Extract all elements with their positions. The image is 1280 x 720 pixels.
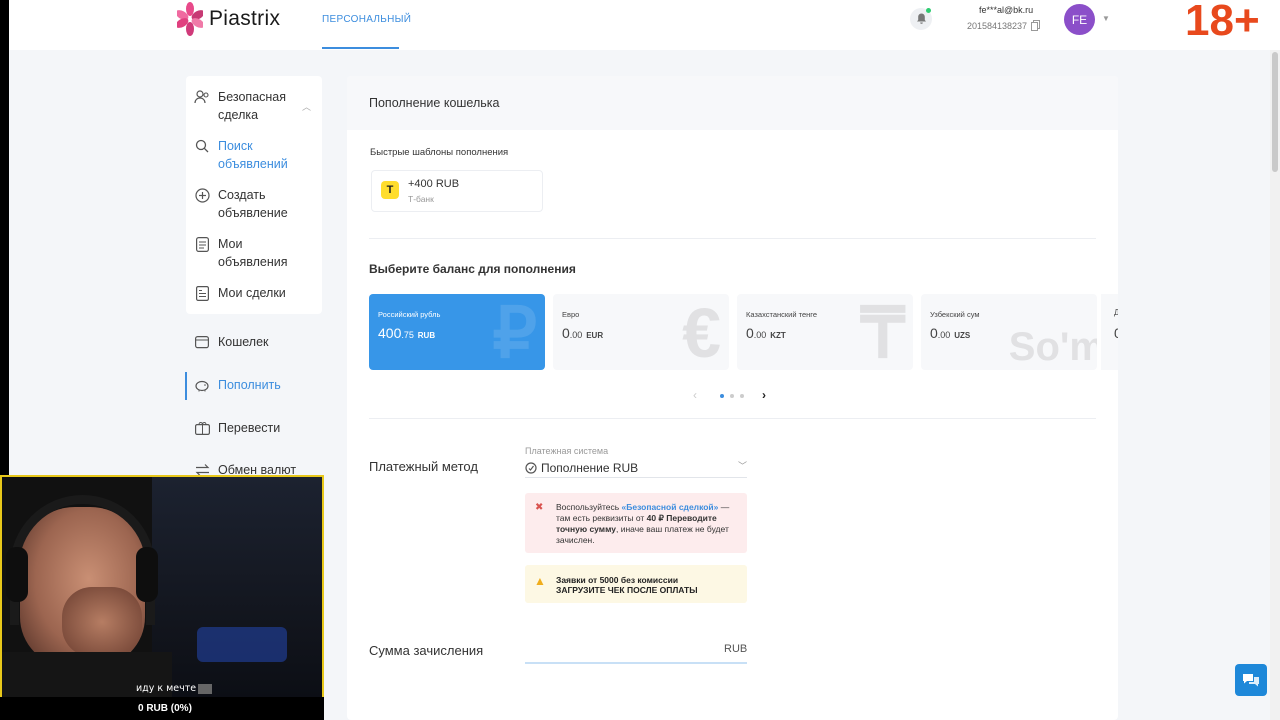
tenge-symbol-icon: ₸ xyxy=(860,294,905,370)
sidebar-item-top-up[interactable]: Пополнить xyxy=(194,376,281,394)
balance-card-rub[interactable]: ₽ Российский рубль 400.75 RUB xyxy=(369,294,545,370)
sidebar-item-label: Кошелек xyxy=(218,335,269,349)
sidebar-active-indicator xyxy=(185,372,187,400)
plus-circle-icon xyxy=(194,187,210,203)
age-rating-badge: 18+ xyxy=(1185,0,1260,45)
chevron-down-icon[interactable]: ﹀ xyxy=(738,459,747,472)
balance-name: Узбекский сум xyxy=(930,310,980,319)
balance-amount: 0 xyxy=(1114,325,1118,341)
balance-amount: 0.00 KZT xyxy=(746,325,786,341)
user-email: fe***al@bk.ru xyxy=(979,5,1034,15)
scrollbar-thumb[interactable] xyxy=(1272,52,1278,172)
sidebar-item-label: Перевести xyxy=(218,421,281,435)
safe-deal-link[interactable]: «Безопасной сделкой» xyxy=(622,502,719,512)
payment-system-select[interactable]: Пополнение RUB xyxy=(525,458,747,478)
carousel-dot-active[interactable] xyxy=(720,394,724,398)
balance-amount: 0.00 EUR xyxy=(562,325,604,341)
sidebar-item-label: Поиск объявлений xyxy=(218,139,288,171)
sidebar-item-wallet[interactable]: Кошелек xyxy=(194,333,269,351)
carousel-next-button[interactable]: › xyxy=(762,388,766,402)
safe-deal-notice-text: Воспользуйтесь «Безопасной сделкой» — та… xyxy=(556,502,730,545)
sidebar-item-label: Безопасная сделка xyxy=(218,90,287,122)
avatar[interactable]: FE xyxy=(1064,4,1095,35)
tbank-logo-icon: T xyxy=(381,181,399,199)
amount-currency: RUB xyxy=(724,643,748,655)
chevron-down-icon[interactable]: ▼ xyxy=(1102,14,1110,23)
chevron-up-icon[interactable]: ︿ xyxy=(302,100,311,113)
sidebar-item-my-ads[interactable]: Мои объявления xyxy=(194,235,298,271)
copy-icon[interactable] xyxy=(1031,20,1041,31)
sidebar-item-search-ads[interactable]: Поиск объявлений xyxy=(194,137,298,173)
sidebar-item-label: Создать объявление xyxy=(218,188,288,220)
balance-card-eur[interactable]: € Евро 0.00 EUR xyxy=(553,294,729,370)
balance-name: Казахстанский тенге xyxy=(746,310,818,319)
divider xyxy=(369,418,1096,419)
tab-personal[interactable]: ПЕРСОНАЛЬНЫЙ xyxy=(322,14,411,25)
transfer-icon xyxy=(194,420,210,436)
sidebar-item-label: Пополнить xyxy=(218,378,281,392)
balance-card-uzs[interactable]: So'm Узбекский сум 0.00 UZS xyxy=(921,294,1097,370)
document-icon xyxy=(194,285,210,301)
payment-method-label: Платежный метод xyxy=(369,459,478,474)
search-icon xyxy=(194,138,210,154)
tools-icon: ✖ xyxy=(535,502,544,513)
sidebar-item-create-ad[interactable]: Создать объявление xyxy=(194,186,298,222)
sidebar-item-my-deals[interactable]: Мои сделки xyxy=(194,284,308,302)
warning-icon: ▲ xyxy=(534,574,546,588)
balance-card-next-partial[interactable]: Д 0 xyxy=(1101,294,1118,370)
notification-status-dot xyxy=(926,8,931,13)
caption-progress-bar xyxy=(198,684,212,694)
logo-flower-icon xyxy=(177,2,203,36)
template-amount: +400 RUB xyxy=(408,178,460,190)
user-id: 201584138237 xyxy=(967,20,1028,31)
list-icon xyxy=(194,236,210,252)
payment-system-icon xyxy=(525,461,537,474)
balance-name: Российский рубль xyxy=(378,310,441,319)
sidebar-item-label: Мои объявления xyxy=(218,237,288,269)
balances-label: Выберите баланс для пополнения xyxy=(369,262,576,276)
templates-label: Быстрые шаблоны пополнения xyxy=(370,147,509,158)
amount-input[interactable] xyxy=(525,640,747,664)
carousel-prev-button[interactable]: ‹ xyxy=(693,388,697,402)
som-symbol-icon: So'm xyxy=(1008,325,1097,369)
users-icon xyxy=(194,89,210,105)
euro-symbol-icon: € xyxy=(682,294,721,370)
balance-card-kzt[interactable]: ₸ Казахстанский тенге 0.00 KZT xyxy=(737,294,913,370)
ruble-symbol-icon: ₽ xyxy=(492,294,537,370)
wallet-icon xyxy=(194,334,210,350)
divider xyxy=(369,238,1096,239)
template-bank: Т-банк xyxy=(408,194,434,204)
user-id-row: 201584138237 xyxy=(967,20,1041,31)
payment-system-value: Пополнение RUB xyxy=(541,460,639,475)
chat-icon xyxy=(1243,674,1259,687)
sidebar-item-safe-deal[interactable]: Безопасная сделка xyxy=(194,88,298,124)
piggy-bank-icon xyxy=(194,377,210,393)
commission-notice-text: Заявки от 5000 без комиссии ЗАГРУЗИТЕ ЧЕ… xyxy=(556,575,698,595)
balance-amount: 0.00 UZS xyxy=(930,325,971,341)
amount-label: Сумма зачисления xyxy=(369,643,484,658)
tab-active-underline xyxy=(322,47,399,49)
bell-icon xyxy=(916,13,926,24)
logo[interactable]: Piastrix xyxy=(177,0,280,38)
balance-name: Д xyxy=(1114,308,1118,317)
logo-text: Piastrix xyxy=(209,7,281,30)
payment-system-caption: Платежная система xyxy=(525,446,609,456)
sidebar-item-label: Мои сделки xyxy=(218,286,286,300)
donation-progress: 0 RUB (0%) xyxy=(138,703,192,714)
balance-amount: 400.75 RUB xyxy=(378,325,436,341)
carousel-dot[interactable] xyxy=(730,394,734,398)
carousel-dot[interactable] xyxy=(740,394,744,398)
page-title: Пополнение кошелька xyxy=(369,96,500,110)
support-chat-button[interactable] xyxy=(1235,664,1267,696)
balance-name: Евро xyxy=(562,310,580,319)
sidebar-item-transfer[interactable]: Перевести xyxy=(194,419,280,437)
stream-caption: иду к мечте xyxy=(136,683,197,694)
